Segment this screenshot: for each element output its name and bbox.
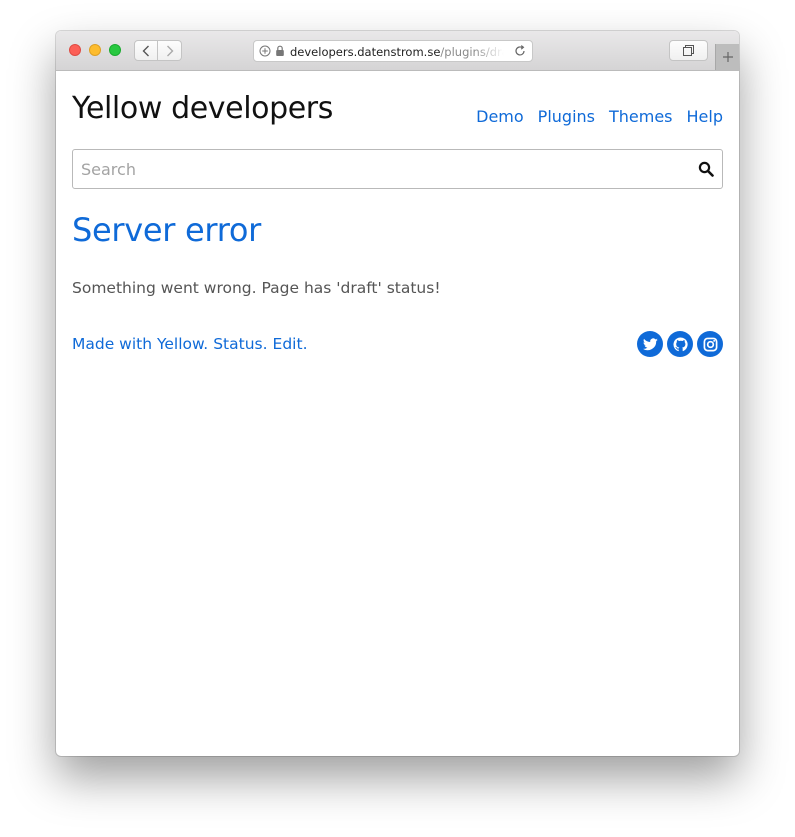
- nav-link-help[interactable]: Help: [687, 107, 723, 126]
- tabs-icon: [683, 45, 694, 56]
- footer-links: Made with Yellow. Status. Edit.: [72, 335, 308, 353]
- page-title: Server error: [72, 211, 261, 249]
- instagram-icon[interactable]: [697, 331, 723, 357]
- forward-button[interactable]: [158, 40, 182, 61]
- browser-toolbar: developers.datenstrom.se/plugins/dra: [56, 31, 739, 71]
- page-content: Yellow developers Demo Plugins Themes He…: [56, 71, 739, 756]
- nav-link-plugins[interactable]: Plugins: [538, 107, 595, 126]
- github-icon[interactable]: [667, 331, 693, 357]
- plus-icon: [722, 52, 733, 62]
- address-text: developers.datenstrom.se/plugins/dra: [290, 45, 504, 59]
- search-icon[interactable]: [698, 161, 714, 177]
- search-box: [72, 149, 723, 189]
- window-zoom-button[interactable]: [109, 44, 121, 56]
- footer-link-status[interactable]: Status.: [213, 335, 267, 353]
- new-tab-button[interactable]: [715, 44, 739, 70]
- social-links: [637, 331, 723, 357]
- chevron-right-icon: [166, 45, 173, 56]
- url-path: /plugins/dra: [440, 45, 504, 59]
- add-bookmark-icon[interactable]: [259, 45, 271, 57]
- site-navigation: Demo Plugins Themes Help: [476, 107, 723, 126]
- footer-link-edit[interactable]: Edit.: [273, 335, 308, 353]
- site-title[interactable]: Yellow developers: [72, 91, 333, 126]
- chevron-left-icon: [142, 45, 149, 56]
- search-input[interactable]: [81, 157, 681, 181]
- browser-window: developers.datenstrom.se/plugins/dra Yel…: [56, 31, 739, 756]
- nav-link-themes[interactable]: Themes: [609, 107, 673, 126]
- url-host: developers.datenstrom.se: [290, 45, 441, 59]
- footer-link-made-with-yellow[interactable]: Made with Yellow.: [72, 335, 208, 353]
- twitter-icon[interactable]: [637, 331, 663, 357]
- reload-icon[interactable]: [513, 44, 527, 58]
- error-message: Something went wrong. Page has 'draft' s…: [72, 279, 441, 297]
- show-tabs-button[interactable]: [669, 40, 708, 61]
- window-minimize-button[interactable]: [89, 44, 101, 56]
- nav-link-demo[interactable]: Demo: [476, 107, 524, 126]
- address-bar[interactable]: developers.datenstrom.se/plugins/dra: [253, 40, 533, 62]
- lock-icon: [276, 45, 284, 56]
- window-close-button[interactable]: [69, 44, 81, 56]
- back-button[interactable]: [134, 40, 158, 61]
